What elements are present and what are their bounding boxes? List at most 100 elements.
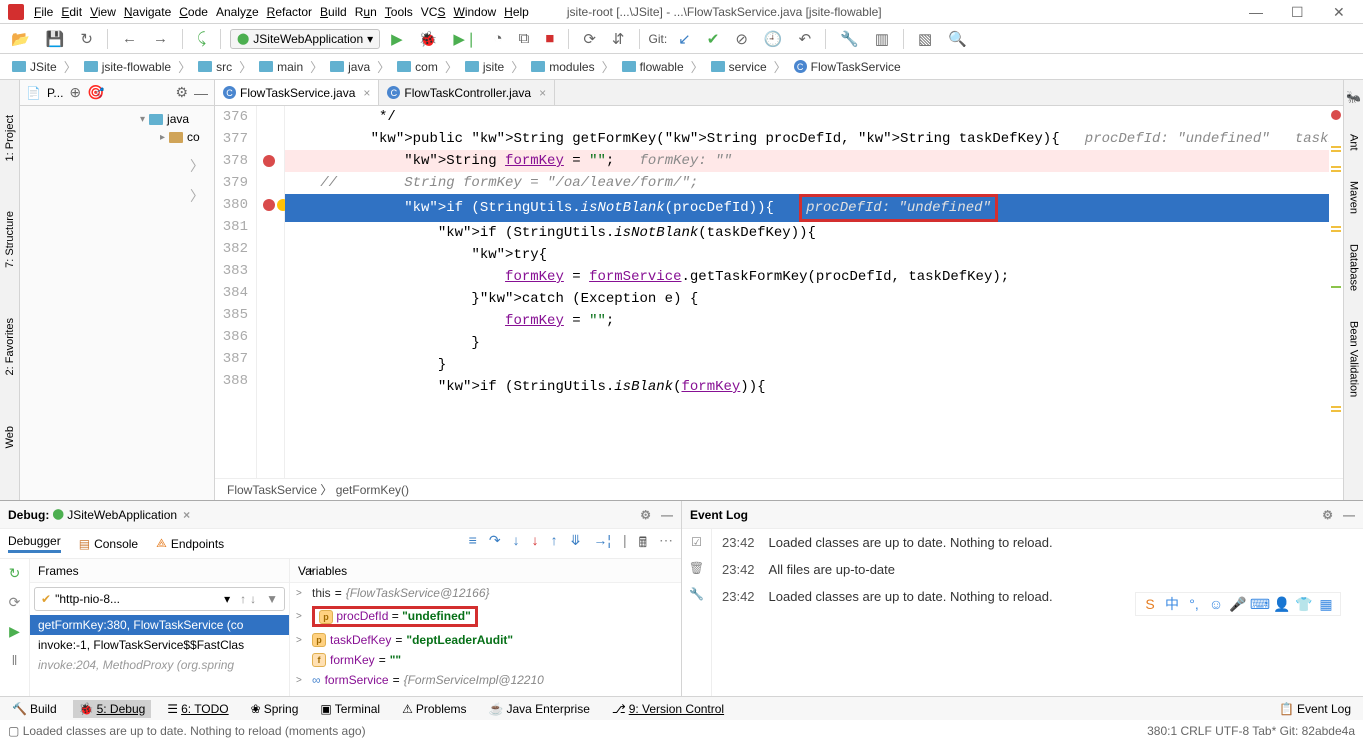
back-icon[interactable]: ← [117, 27, 142, 50]
vcs-diff-icon[interactable]: ⊘ [730, 27, 753, 51]
settings-icon[interactable]: 🔧 [835, 27, 864, 51]
stop-icon[interactable]: ■ [540, 27, 559, 50]
vcs-commit-icon[interactable]: ✔ [702, 27, 725, 51]
right-tab-ant[interactable]: Ant [1348, 134, 1360, 151]
left-tab-favorites[interactable]: 2: Favorites [4, 313, 16, 380]
variable-row[interactable]: >∞ formService = {FormServiceImpl@12210 [290, 670, 681, 690]
vcs-revert-icon[interactable]: ↶ [794, 27, 817, 51]
tree-com[interactable]: ▸co [20, 128, 214, 146]
run-config-select[interactable]: ⬤ JSiteWebApplication ▾ [230, 29, 380, 49]
gear-icon[interactable]: ⚙ [175, 84, 188, 101]
add-watch-icon[interactable]: + [307, 564, 314, 578]
breadcrumb-service[interactable]: service [705, 59, 773, 75]
minimize-icon[interactable]: — [1249, 6, 1261, 18]
evaluate-icon[interactable]: 🖩 [639, 532, 647, 556]
left-tab-project[interactable]: 1: Project [4, 110, 16, 166]
tab-debugger[interactable]: Debugger [8, 534, 61, 553]
hide-icon[interactable]: — [194, 85, 208, 101]
editor-tab[interactable]: CFlowTaskService.java× [215, 80, 379, 105]
hotswap-icon[interactable]: ⇵ [607, 27, 630, 51]
vcs-update-icon[interactable]: ↙ [673, 27, 696, 51]
maximize-icon[interactable]: ☐ [1291, 6, 1303, 18]
breakpoint-icon[interactable] [263, 199, 275, 211]
app-icon-2[interactable]: ▧ [913, 27, 937, 51]
breadcrumb-com[interactable]: com [391, 59, 444, 75]
menu-edit[interactable]: Edit [61, 5, 82, 19]
foot-build[interactable]: 🔨 Build [6, 700, 63, 718]
forward-icon[interactable]: → [148, 27, 173, 50]
tab-endpoints[interactable]: ⟁Endpoints [156, 536, 224, 551]
coverage-icon[interactable]: ▶❘ [448, 27, 482, 51]
collapse-icon[interactable]: ⊕ [69, 84, 81, 101]
breadcrumb-java[interactable]: java [324, 59, 376, 75]
code-breadcrumb[interactable]: FlowTaskService 〉 getFormKey() [215, 478, 1343, 500]
code-line-385[interactable]: formKey = ""; [285, 310, 1343, 332]
code-line-383[interactable]: formKey = formService.getTaskFormKey(pro… [285, 266, 1343, 288]
sogou-icon[interactable]: S [1142, 596, 1158, 612]
menu-help[interactable]: Help [504, 5, 529, 19]
code-line-379[interactable]: // String formKey = "/oa/leave/form/"; [285, 172, 1343, 194]
force-into-icon[interactable]: ↓ [532, 532, 539, 556]
tree-java[interactable]: ▾java [20, 110, 214, 128]
foot-debug[interactable]: 🐞 5: Debug [73, 700, 152, 718]
code-line-376[interactable]: */ [285, 106, 1343, 128]
structure-icon[interactable]: ▥ [870, 27, 894, 51]
foot-vcs[interactable]: ⎇ 9: Version Control [606, 700, 730, 718]
code-line-378[interactable]: "kw">String formKey = ""; formKey: "" [285, 150, 1343, 172]
breadcrumb-main[interactable]: main [253, 59, 309, 75]
breadcrumb-flowable[interactable]: flowable [616, 59, 690, 75]
toggle-tool-icon[interactable]: ▢ [8, 724, 19, 738]
mark-read-icon[interactable]: ☑ [691, 535, 702, 549]
code-line-387[interactable]: } [285, 354, 1343, 376]
code-lines[interactable]: */ "kw">public "kw">String getFormKey("k… [285, 106, 1343, 478]
sync-icon[interactable]: ↻ [75, 27, 98, 51]
menu-tools[interactable]: Tools [385, 5, 413, 19]
ime-emoji-icon[interactable]: ☺ [1208, 596, 1224, 612]
breadcrumb-src[interactable]: src [192, 59, 238, 75]
thread-select[interactable]: ✔"http-nio-8... ▾ ↑↓ ▼ [34, 587, 285, 611]
code-line-381[interactable]: "kw">if (StringUtils.isNotBlank(taskDefK… [285, 222, 1343, 244]
editor-tab[interactable]: CFlowTaskController.java× [379, 80, 555, 105]
frame-item[interactable]: getFormKey:380, FlowTaskService (co [30, 615, 289, 635]
variable-row[interactable]: f formKey = "" [290, 650, 681, 670]
foot-problems[interactable]: ⚠ Problems [396, 700, 472, 718]
chevron-right-icon[interactable]: 〉 [20, 186, 214, 206]
step-over-icon[interactable]: ↷ [489, 532, 501, 556]
menu-build[interactable]: Build [320, 5, 347, 19]
attach-icon[interactable]: ⧉ [514, 27, 535, 50]
right-tab-database[interactable]: Database [1348, 244, 1360, 291]
code-line-377[interactable]: "kw">public "kw">String getFormKey("kw">… [285, 128, 1343, 150]
menu-run[interactable]: Run [355, 5, 377, 19]
breadcrumb-jsite-flowable[interactable]: jsite-flowable [78, 59, 177, 75]
step-out-icon[interactable]: ↑ [551, 532, 558, 556]
search-icon[interactable]: 🔍 [943, 27, 972, 51]
vcs-history-icon[interactable]: 🕘 [759, 27, 788, 51]
ime-skin-icon[interactable]: 👕 [1296, 596, 1312, 612]
right-tab-maven[interactable]: Maven [1348, 181, 1360, 214]
resume-icon[interactable]: ▶ [9, 623, 20, 640]
menu-vcs[interactable]: VCS [421, 5, 446, 19]
foot-eventlog[interactable]: 📋 Event Log [1273, 700, 1357, 718]
foot-javaee[interactable]: ☕ Java Enterprise [483, 700, 596, 718]
close-icon[interactable]: ✕ [1333, 6, 1345, 18]
drop-frame-icon[interactable]: ⤋ [570, 532, 582, 556]
build-icon[interactable]: ⤹ [192, 27, 211, 50]
ime-menu-icon[interactable]: ▦ [1318, 596, 1334, 612]
code-line-386[interactable]: } [285, 332, 1343, 354]
variable-row[interactable]: > this = {FlowTaskService@12166} [290, 583, 681, 603]
variable-row[interactable]: >p taskDefKey = "deptLeaderAudit" [290, 630, 681, 650]
run-icon[interactable]: ▶ [386, 27, 408, 51]
profile-icon[interactable]: ◔ [489, 27, 508, 50]
gear-icon[interactable]: ⚙ [640, 508, 651, 522]
step-into-icon[interactable]: ↓ [513, 532, 520, 556]
ime-punct-icon[interactable]: °, [1186, 596, 1202, 612]
left-tab-structure[interactable]: 7: Structure [4, 206, 16, 273]
gear-icon[interactable]: ⚙ [1322, 508, 1333, 522]
close-icon[interactable]: × [363, 86, 370, 100]
menu-window[interactable]: Window [453, 5, 496, 19]
close-tab-icon[interactable]: × [183, 508, 190, 522]
close-icon[interactable]: × [539, 86, 546, 100]
delete-icon[interactable]: 🗑 [689, 561, 704, 575]
open-icon[interactable]: 📂 [6, 27, 35, 51]
right-tab-bean[interactable]: Bean Validation [1348, 321, 1360, 397]
